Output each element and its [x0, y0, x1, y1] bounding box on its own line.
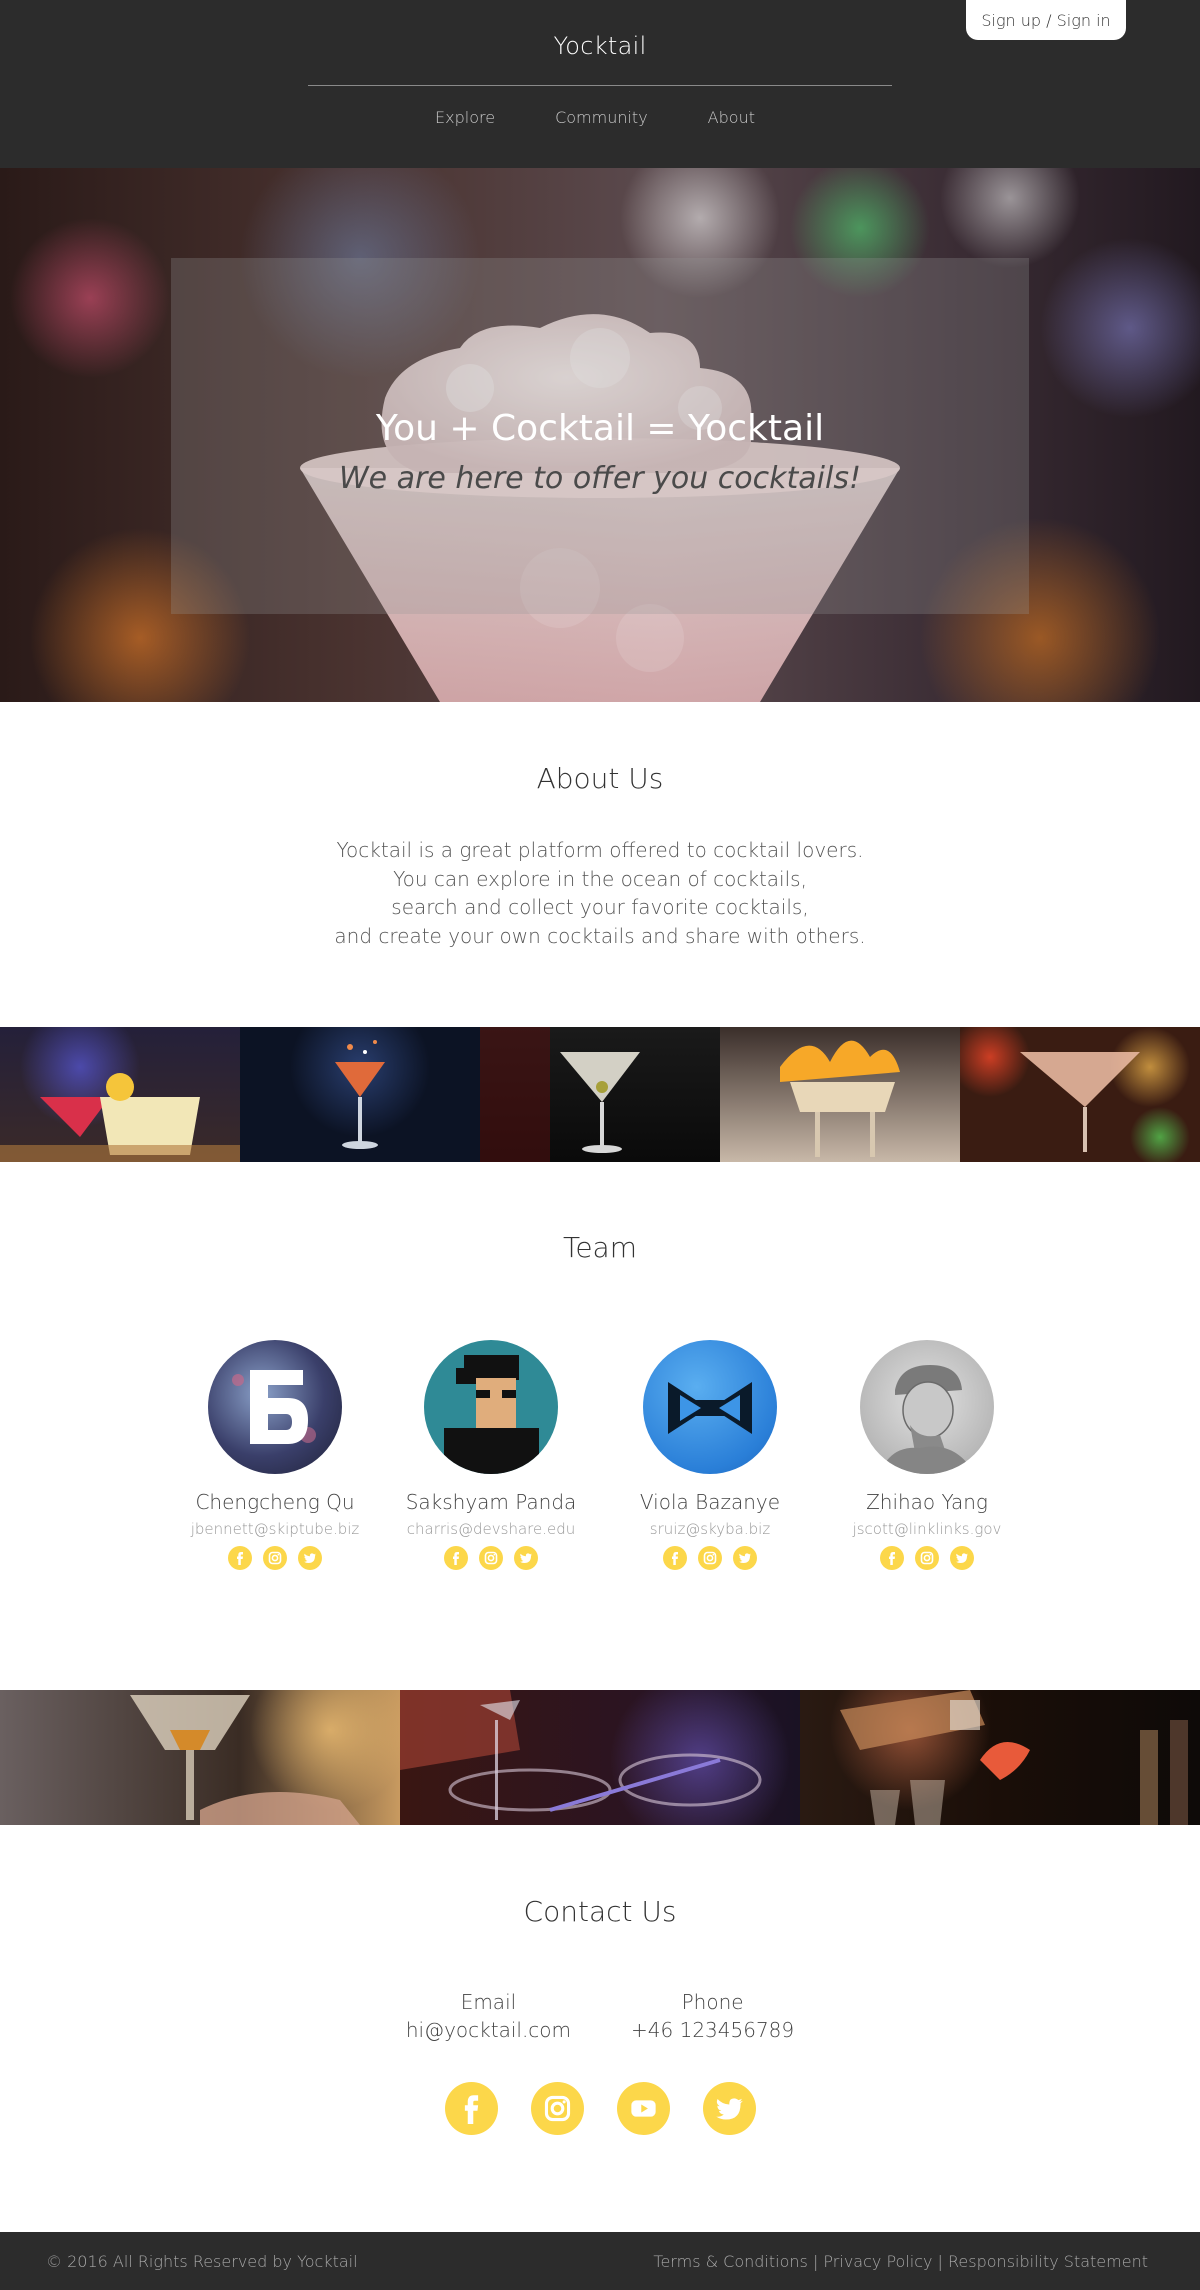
cocktail-photo: [960, 1027, 1200, 1162]
site-footer: © 2016 All Rights Reserved by Yocktail T…: [0, 2232, 1200, 2290]
phone-value[interactable]: +46 123456789: [631, 2016, 794, 2044]
member-email[interactable]: jscott@linklinks.gov: [827, 1520, 1027, 1538]
member-name: Viola Bazanye: [639, 1490, 781, 1514]
nav-explore[interactable]: Explore: [435, 108, 495, 127]
privacy-link[interactable]: Privacy Policy: [823, 2252, 932, 2271]
twitter-icon[interactable]: [950, 1546, 974, 1570]
copyright-text: © 2016 All Rights Reserved by Yocktail: [46, 2252, 358, 2271]
phone-label: Phone: [681, 1990, 744, 2014]
main-nav: Explore Community About: [0, 108, 1200, 127]
contact-title: Contact Us: [523, 1895, 677, 1928]
youtube-icon[interactable]: [616, 2082, 670, 2135]
facebook-icon[interactable]: [228, 1546, 252, 1570]
cocktail-photo: [0, 1027, 240, 1162]
member-email[interactable]: sruiz@skyba.biz: [610, 1520, 810, 1538]
member-social-links: [827, 1546, 1027, 1570]
facebook-icon[interactable]: [880, 1546, 904, 1570]
nav-community[interactable]: Community: [555, 108, 648, 127]
team-member-card: Chengcheng Qu jbennett@skiptube.biz: [175, 1340, 375, 1570]
contact-social-links: [0, 2082, 1200, 2135]
member-name: Chengcheng Qu: [195, 1490, 355, 1514]
about-line: search and collect your favorite cocktai…: [391, 895, 809, 919]
instagram-icon[interactable]: [915, 1546, 939, 1570]
cocktail-photo-strip: [0, 1027, 1200, 1162]
bartender-photo: [0, 1690, 400, 1825]
nav-about[interactable]: About: [708, 108, 755, 127]
footer-separator: |: [807, 2252, 824, 2271]
facebook-icon[interactable]: [444, 1546, 468, 1570]
contact-phone-block: Phone +46 123456789: [631, 1988, 794, 2044]
member-name: Zhihao Yang: [866, 1490, 988, 1514]
footer-separator: |: [932, 2252, 949, 2271]
member-email[interactable]: charris@devshare.edu: [391, 1520, 591, 1538]
facebook-icon[interactable]: [444, 2082, 498, 2135]
avatar[interactable]: [643, 1340, 777, 1474]
email-value[interactable]: hi@yocktail.com: [406, 2016, 571, 2044]
avatar[interactable]: [208, 1340, 342, 1474]
hero-banner: You + Cocktail = Yocktail We are here to…: [0, 168, 1200, 702]
cocktail-photo: [480, 1027, 720, 1162]
member-name: Sakshyam Panda: [405, 1490, 577, 1514]
cocktail-photo: [240, 1027, 480, 1162]
instagram-icon[interactable]: [698, 1546, 722, 1570]
instagram-icon[interactable]: [263, 1546, 287, 1570]
about-description: Yocktail is a great platform offered to …: [0, 836, 1200, 950]
team-title: Team: [562, 1231, 637, 1264]
bartender-photo-strip: [0, 1690, 1200, 1825]
signin-button[interactable]: Sign up / Sign in: [966, 0, 1126, 40]
about-line: Yocktail is a great platform offered to …: [336, 838, 864, 862]
hero-title: You + Cocktail = Yocktail: [375, 408, 825, 449]
bartender-photo: [400, 1690, 800, 1825]
team-member-card: Viola Bazanye sruiz@skyba.biz: [610, 1340, 810, 1570]
contact-info: Email hi@yocktail.com Phone +46 12345678…: [0, 1988, 1200, 2044]
responsibility-link[interactable]: Responsibility Statement: [948, 2252, 1148, 2271]
twitter-icon[interactable]: [733, 1546, 757, 1570]
email-label: Email: [460, 1990, 517, 2014]
contact-email-block: Email hi@yocktail.com: [406, 1988, 571, 2044]
about-line: and create your own cocktails and share …: [334, 923, 866, 948]
facebook-icon[interactable]: [663, 1546, 687, 1570]
hero-subtitle: We are here to offer you cocktails!: [339, 461, 861, 496]
twitter-icon[interactable]: [298, 1546, 322, 1570]
team-member-card: Zhihao Yang jscott@linklinks.gov: [827, 1340, 1027, 1570]
terms-link[interactable]: Terms & Conditions: [653, 2252, 807, 2271]
avatar[interactable]: [860, 1340, 994, 1474]
member-social-links: [175, 1546, 375, 1570]
twitter-icon[interactable]: [514, 1546, 538, 1570]
instagram-icon[interactable]: [479, 1546, 503, 1570]
bartender-photo: [800, 1690, 1200, 1825]
footer-links: Terms & Conditions | Privacy Policy | Re…: [653, 2252, 1148, 2271]
about-title: About Us: [536, 762, 664, 795]
twitter-icon[interactable]: [702, 2082, 756, 2135]
about-line: You can explore in the ocean of cocktail…: [393, 866, 807, 891]
avatar[interactable]: [424, 1340, 558, 1474]
header-divider: [308, 85, 892, 86]
member-social-links: [391, 1546, 591, 1570]
cocktail-photo: [720, 1027, 960, 1162]
member-social-links: [610, 1546, 810, 1570]
member-email[interactable]: jbennett@skiptube.biz: [175, 1520, 375, 1538]
site-header: Yocktail Explore Community About Sign up…: [0, 0, 1200, 168]
team-grid: Chengcheng Qu jbennett@skiptube.biz Saks…: [0, 1340, 1200, 1590]
team-member-card: Sakshyam Panda charris@devshare.edu: [391, 1340, 591, 1570]
instagram-icon[interactable]: [530, 2082, 584, 2135]
